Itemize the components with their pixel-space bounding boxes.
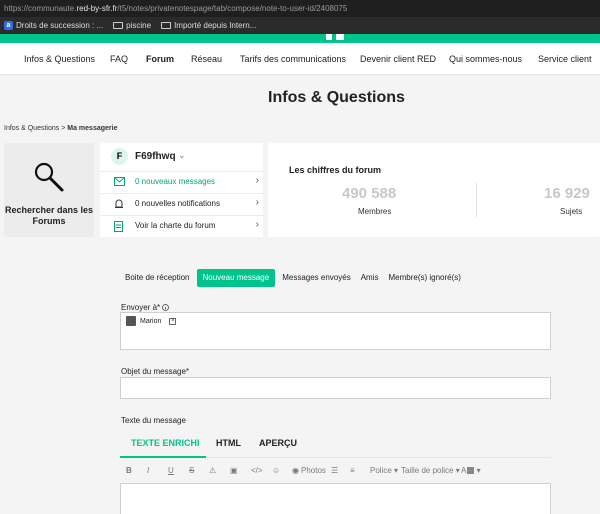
remove-recipient-icon[interactable]: × [169, 317, 177, 325]
nav-qui-sommes-nous[interactable]: Qui sommes-nous [449, 54, 522, 64]
italic-icon[interactable]: I [147, 466, 149, 475]
subjects-count: 16 929 [544, 185, 590, 202]
bookmark-piscine[interactable]: piscine [113, 21, 151, 30]
notifications-row[interactable]: 0 nouvelles notifications › [100, 193, 263, 214]
red-logo [326, 34, 344, 40]
tab-preview[interactable]: APERÇU [259, 438, 297, 448]
photos-label: Photos [300, 466, 326, 475]
chevron-right-icon: › [255, 175, 259, 186]
main-nav: Infos & Questions FAQ Forum Réseau Tarif… [0, 43, 600, 75]
document-icon [114, 221, 123, 232]
user-card: F F69fhwq ⌄ 0 nouveaux messages › 0 nouv… [100, 143, 263, 237]
nav-faq[interactable]: FAQ [110, 54, 128, 64]
new-messages-row[interactable]: 0 nouveaux messages › [100, 171, 263, 192]
messaging-tabs: Boite de réception Nouveau message Messa… [120, 269, 466, 287]
active-tab-indicator [120, 456, 206, 458]
site-header-strip [0, 34, 600, 43]
editor-toolbar: B I U S ⚠ ▣ </> ☺ ∞ ◉ Photos ☰ ≡ Police ▾… [120, 466, 551, 480]
avatar[interactable]: F [111, 148, 128, 165]
info-icon[interactable] [162, 304, 170, 311]
tab-html[interactable]: HTML [216, 438, 241, 448]
forum-stats-card: Les chiffres du forum 490 588 Membres 16… [268, 143, 600, 237]
folder-icon [161, 22, 172, 29]
body-label: Texte du message [121, 416, 186, 425]
recipient-avatar [126, 316, 136, 326]
bullet-list-icon[interactable]: ≡ [350, 466, 355, 475]
url-host: red-by-sfr.fr [76, 4, 118, 13]
insert-file-icon[interactable]: ▣ [230, 466, 238, 475]
tab-friends[interactable]: Amis [356, 269, 384, 287]
numbered-list-icon[interactable]: ☰ [331, 466, 338, 475]
breadcrumb-separator: > [61, 125, 66, 132]
forum-charter-row[interactable]: Voir la charte du forum › [100, 215, 263, 236]
stats-divider [476, 183, 477, 217]
amazon-icon: a [4, 21, 13, 30]
underline-icon[interactable]: U [168, 466, 174, 475]
search-forums-label: Rechercher dans les Forums [4, 205, 94, 226]
nav-devenir-client[interactable]: Devenir client RED [360, 54, 436, 64]
subject-label: Objet du message* [121, 367, 190, 376]
color-swatch [467, 467, 475, 474]
tab-inbox[interactable]: Boite de réception [120, 269, 195, 287]
members-label: Membres [358, 207, 392, 216]
members-count: 490 588 [342, 185, 397, 202]
url-prefix: https://communaute. [4, 4, 77, 13]
bookmark-succession[interactable]: a Droits de succession : ... [4, 21, 103, 30]
chevron-down-icon[interactable]: ⌄ [178, 150, 186, 161]
warning-icon[interactable]: ⚠ [209, 466, 216, 475]
folder-icon [113, 22, 124, 29]
editor-mode-tabs: TEXTE ENRICHI HTML APERÇU [120, 432, 551, 458]
stats-title: Les chiffres du forum [289, 165, 382, 175]
bookmarks-bar: a Droits de succession : ... piscine Impo… [0, 17, 600, 34]
nav-service-client[interactable]: Service client [538, 54, 592, 64]
code-icon[interactable]: </> [251, 466, 263, 475]
nav-forum[interactable]: Forum [146, 54, 174, 64]
bold-icon[interactable]: B [126, 466, 132, 475]
nav-infos-questions[interactable]: Infos & Questions [24, 54, 95, 64]
photos-label-wrap[interactable]: ◉ Photos [292, 466, 326, 475]
message-body-editor[interactable] [120, 483, 551, 514]
address-bar[interactable]: https://communaute.red-by-sfr.fr/t5/note… [0, 0, 600, 17]
breadcrumb: Infos & Questions > Ma messagerie [4, 125, 117, 132]
tab-rich-text[interactable]: TEXTE ENRICHI [131, 438, 200, 448]
bookmark-imported[interactable]: Importé depuis Intern... [161, 21, 256, 30]
tab-new-message[interactable]: Nouveau message [196, 269, 276, 287]
chevron-right-icon: › [255, 197, 259, 208]
page-title: Infos & Questions [268, 89, 405, 106]
text-color-select[interactable]: A ▾ [461, 466, 481, 475]
subjects-label: Sujets [560, 207, 583, 216]
strikethrough-icon[interactable]: S [189, 466, 194, 475]
subject-input[interactable] [120, 377, 551, 399]
url-path: /t5/notes/privatenotespage/tab/compose/n… [117, 4, 348, 13]
to-label: Envoyer à* [121, 303, 170, 312]
new-messages-label: 0 nouveaux messages [135, 177, 216, 186]
recipient-name: Marion [140, 317, 162, 325]
chevron-right-icon: › [255, 219, 259, 230]
recipient-chip: Marion × [126, 316, 177, 326]
camera-glyph-icon: ◉ [292, 466, 299, 475]
font-select[interactable]: Police ▾ [370, 466, 398, 475]
username[interactable]: F69fhwq [135, 151, 176, 162]
nav-tarifs[interactable]: Tarifs des communications [240, 54, 346, 64]
envelope-icon [114, 177, 125, 186]
tab-ignored-members[interactable]: Membre(s) ignoré(s) [383, 269, 465, 287]
breadcrumb-root[interactable]: Infos & Questions [4, 125, 59, 132]
bell-icon [115, 199, 123, 208]
breadcrumb-current: Ma messagerie [67, 125, 118, 132]
forum-charter-label: Voir la charte du forum [135, 221, 216, 230]
notifications-label: 0 nouvelles notifications [135, 199, 220, 208]
search-icon [34, 162, 64, 192]
nav-reseau[interactable]: Réseau [191, 54, 222, 64]
emoji-icon[interactable]: ☺ [272, 466, 280, 475]
font-size-select[interactable]: Taille de police ▾ [401, 466, 460, 475]
tab-sent-messages[interactable]: Messages envoyés [277, 269, 355, 287]
recipient-field[interactable] [120, 312, 551, 350]
